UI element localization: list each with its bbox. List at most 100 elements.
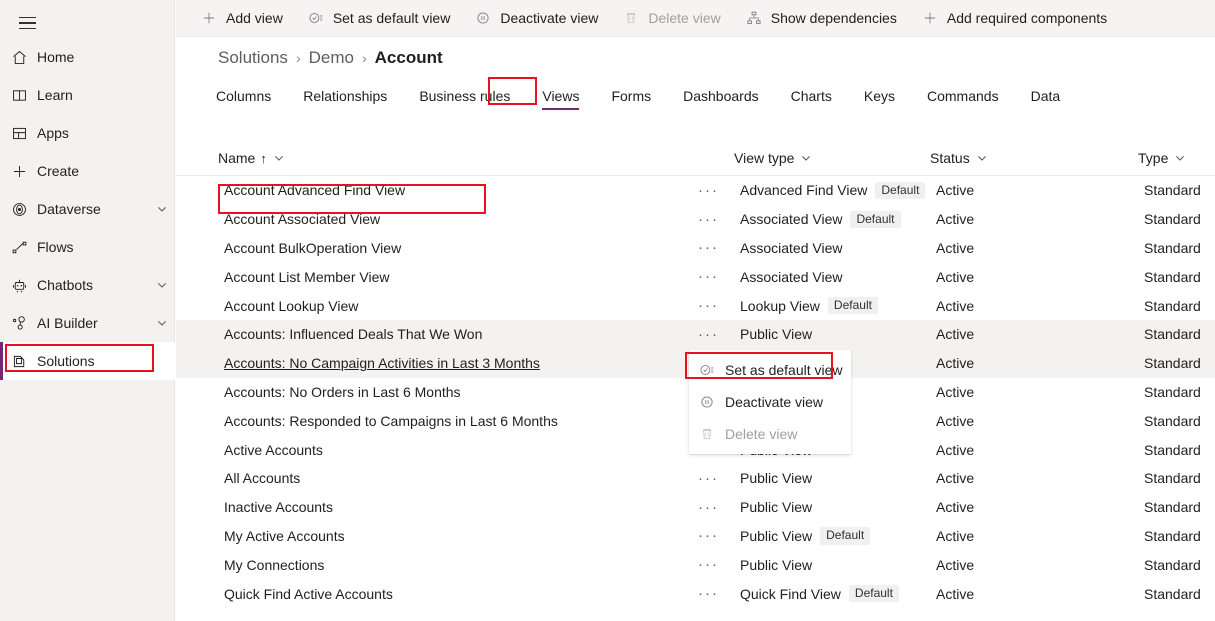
chevron-down-icon[interactable] — [800, 152, 812, 164]
table-row[interactable]: My Connections ··· Public View Active Standa… — [176, 550, 1215, 579]
table-row[interactable]: Quick Find Active Accounts ··· Quick Find … — [176, 579, 1215, 608]
cell-view-name[interactable]: All Accounts — [224, 464, 300, 493]
table-row[interactable]: Accounts: Influenced Deals That We Won ··… — [176, 319, 1215, 349]
command-deactivate-view[interactable]: Deactivate view — [472, 3, 606, 33]
table-row[interactable]: My Active Accounts ··· Public View Default A… — [176, 522, 1215, 551]
column-header-vtype[interactable]: View type — [734, 150, 812, 166]
table-row[interactable]: Account BulkOperation View ··· Associated … — [176, 234, 1215, 263]
row-overflow-menu-button[interactable]: ··· — [698, 262, 728, 291]
column-header-label: View type — [734, 150, 795, 166]
column-header-name[interactable]: Name ↑ — [218, 150, 285, 166]
cell-view-name[interactable]: Accounts: No Campaign Activities in Last… — [224, 349, 540, 378]
trash-icon — [699, 426, 723, 442]
command-add-view[interactable]: Add view — [198, 3, 291, 33]
hamburger-menu-icon[interactable] — [10, 8, 44, 38]
chevron-down-icon[interactable] — [149, 279, 175, 291]
sidebar-item-learn[interactable]: Learn — [0, 76, 175, 114]
sidebar-item-create[interactable]: Create — [0, 152, 175, 190]
chevron-down-icon[interactable] — [976, 152, 988, 164]
cell-view-name[interactable]: Inactive Accounts — [224, 493, 333, 522]
cell-view-name[interactable]: My Active Accounts — [224, 522, 345, 551]
tab-data[interactable]: Data — [1031, 84, 1061, 112]
cell-type: Standard — [1144, 297, 1201, 314]
cell-view-type: Public View — [740, 470, 813, 487]
cell-view-name[interactable]: Accounts: Responded to Campaigns in Last… — [224, 406, 558, 435]
cell-view-type: Public View — [740, 499, 813, 516]
row-overflow-menu-button[interactable]: ··· — [698, 493, 728, 522]
tab-keys[interactable]: Keys — [864, 84, 895, 112]
cell-status: Active — [936, 556, 975, 573]
sidebar-item-flows[interactable]: Flows — [0, 228, 175, 266]
sidebar-item-apps[interactable]: Apps — [0, 114, 175, 152]
cell-view-name[interactable]: Active Accounts — [224, 435, 323, 464]
table-row[interactable]: Inactive Accounts ··· Public View Active Sta… — [176, 493, 1215, 522]
dataverse-icon — [11, 201, 37, 218]
chevron-down-icon[interactable] — [1174, 152, 1186, 164]
cell-type: Standard — [1144, 326, 1201, 343]
cell-type: Standard — [1144, 383, 1201, 400]
table-row[interactable]: Account Lookup View ··· Lookup View Default… — [176, 291, 1215, 320]
tab-business-rules[interactable]: Business rules — [419, 84, 510, 112]
cell-view-name[interactable]: Account Associated View — [224, 205, 380, 234]
check-list-icon — [699, 362, 723, 378]
cell-view-name[interactable]: Accounts: No Orders in Last 6 Months — [224, 378, 461, 407]
tab-columns[interactable]: Columns — [216, 84, 271, 112]
sidebar-item-home[interactable]: Home — [0, 38, 175, 76]
row-overflow-menu-button[interactable]: ··· — [698, 291, 728, 320]
cell-view-name[interactable]: Account Advanced Find View — [224, 176, 405, 205]
breadcrumb-link[interactable]: Demo — [309, 48, 354, 68]
context-menu-item-set-as-default-view[interactable]: Set as default view — [689, 354, 851, 386]
chevron-down-icon[interactable] — [149, 203, 175, 215]
cell-view-type: Associated View — [740, 268, 843, 285]
chevron-down-icon[interactable] — [149, 317, 175, 329]
row-overflow-menu-button[interactable]: ··· — [698, 176, 728, 205]
cell-view-name[interactable]: My Connections — [224, 550, 324, 579]
cell-view-name[interactable]: Account BulkOperation View — [224, 234, 401, 263]
default-badge: Default — [820, 527, 871, 545]
row-overflow-menu-button[interactable]: ··· — [698, 522, 728, 551]
breadcrumb-current: Account — [374, 48, 443, 67]
tab-forms[interactable]: Forms — [611, 84, 651, 112]
breadcrumb-link[interactable]: Solutions — [218, 48, 288, 68]
row-overflow-menu-button[interactable]: ··· — [698, 579, 728, 608]
sidebar-item-ai-builder[interactable]: AI Builder — [0, 304, 175, 342]
cell-view-name[interactable]: Accounts: Influenced Deals That We Won — [224, 320, 482, 349]
cell-view-name[interactable]: Account Lookup View — [224, 291, 358, 320]
tab-dashboards[interactable]: Dashboards — [683, 84, 759, 112]
command-bar: Add view Set as default view Deactivate vi… — [176, 0, 1215, 37]
cell-status: Active — [936, 499, 975, 516]
sidebar-item-solutions[interactable]: Solutions — [0, 342, 175, 380]
row-overflow-menu-button[interactable]: ··· — [698, 550, 728, 579]
context-menu-item-deactivate-view[interactable]: Deactivate view — [689, 386, 851, 418]
column-header-type[interactable]: Type — [1138, 150, 1186, 166]
sidebar-item-label: Dataverse — [37, 201, 101, 217]
tab-charts[interactable]: Charts — [791, 84, 832, 112]
table-row[interactable]: All Accounts ··· Public View Active Standard — [176, 464, 1215, 493]
command-show-dependencies[interactable]: Show dependencies — [743, 3, 905, 33]
tab-relationships[interactable]: Relationships — [303, 84, 387, 112]
tab-views[interactable]: Views — [542, 84, 580, 112]
cell-view-type: Public View — [740, 326, 813, 343]
table-row[interactable]: Account List Member View ··· Associated Vi… — [176, 262, 1215, 291]
table-row[interactable]: Account Associated View ··· Associated Vie… — [176, 205, 1215, 234]
row-overflow-menu-button[interactable]: ··· — [698, 464, 728, 493]
table-row[interactable]: Account Advanced Find View ··· Advanced Fi… — [176, 176, 1215, 205]
tab-commands[interactable]: Commands — [927, 84, 999, 112]
cell-view-name[interactable]: Quick Find Active Accounts — [224, 579, 393, 608]
cell-view-name[interactable]: Account List Member View — [224, 262, 389, 291]
command-add-required-components[interactable]: Add required components — [919, 3, 1115, 33]
command-set-as-default-view[interactable]: Set as default view — [305, 3, 459, 33]
row-overflow-menu-button[interactable]: ··· — [698, 205, 728, 234]
chevron-down-icon[interactable] — [273, 152, 285, 164]
context-menu-item-label: Delete view — [725, 426, 798, 442]
cell-status: Active — [936, 297, 975, 314]
check-list-icon — [305, 10, 327, 26]
context-menu-item-label: Set as default view — [725, 362, 843, 378]
column-header-status[interactable]: Status — [930, 150, 988, 166]
row-overflow-menu-button[interactable]: ··· — [698, 234, 728, 263]
row-overflow-menu-button[interactable]: ··· — [698, 320, 728, 349]
sidebar-item-chatbots[interactable]: Chatbots — [0, 266, 175, 304]
cell-type: Standard — [1144, 470, 1201, 487]
cell-view-type: Lookup View Default — [740, 291, 878, 320]
sidebar-item-dataverse[interactable]: Dataverse — [0, 190, 175, 228]
